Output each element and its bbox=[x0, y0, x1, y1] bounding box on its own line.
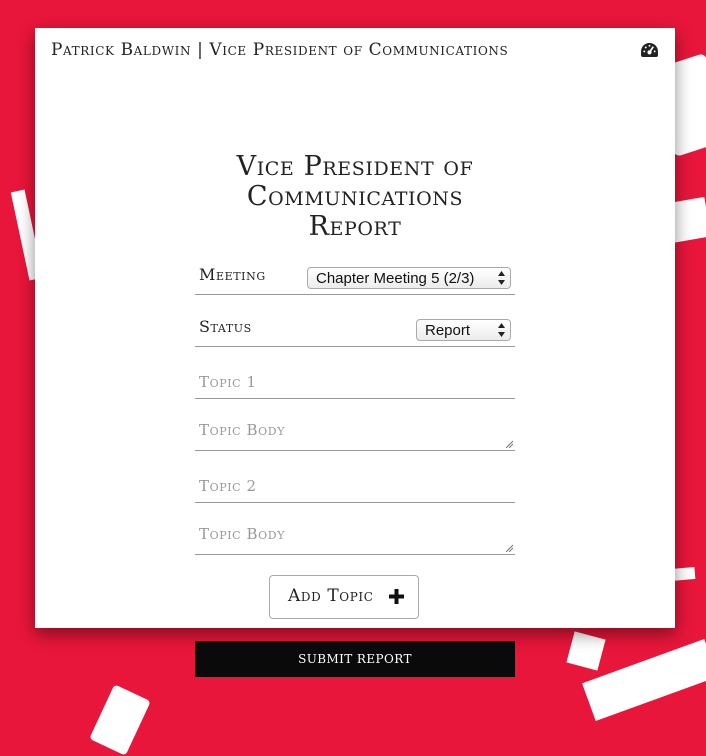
topic-1-title-input[interactable]: Topic 1 bbox=[195, 366, 515, 399]
plus-icon bbox=[389, 589, 404, 604]
report-title-line: Report bbox=[308, 211, 402, 242]
topic-1-body-placeholder: Topic Body bbox=[199, 421, 286, 439]
header-title: Patrick Baldwin | Vice President of Comm… bbox=[51, 40, 509, 60]
topic-2-title-input[interactable]: Topic 2 bbox=[195, 470, 515, 503]
topic-1-title-placeholder: Topic 1 bbox=[199, 373, 257, 391]
status-select-value: Report bbox=[425, 322, 471, 339]
meeting-label: Meeting bbox=[199, 265, 266, 284]
report-title-line: Communications bbox=[246, 181, 464, 212]
add-topic-button[interactable]: Add Topic bbox=[269, 575, 419, 619]
resize-grip-icon[interactable] bbox=[505, 544, 513, 552]
status-label: Status bbox=[199, 317, 252, 336]
topic-2-body-placeholder: Topic Body bbox=[199, 525, 286, 543]
select-arrows-icon bbox=[498, 323, 505, 337]
background-shape bbox=[566, 631, 606, 671]
report-title: Vice President of Communications Report bbox=[35, 152, 675, 242]
select-arrows-icon bbox=[498, 271, 505, 285]
submit-report-button[interactable]: SUBMIT REPORT bbox=[195, 641, 515, 677]
topic-2-body-textarea[interactable]: Topic Body bbox=[195, 518, 515, 555]
resize-grip-icon[interactable] bbox=[505, 440, 513, 448]
dashboard-gauge-icon[interactable] bbox=[640, 42, 659, 58]
background-shape bbox=[89, 684, 151, 756]
topic-1-body-textarea[interactable]: Topic Body bbox=[195, 414, 515, 451]
meeting-select-value: Chapter Meeting 5 (2/3) bbox=[316, 270, 475, 287]
status-row: Status Report bbox=[195, 312, 515, 347]
report-title-line: Vice President of bbox=[236, 151, 474, 182]
add-topic-label: Add Topic bbox=[288, 586, 374, 606]
meeting-row: Meeting Chapter Meeting 5 (2/3) bbox=[195, 260, 515, 295]
meeting-select[interactable]: Chapter Meeting 5 (2/3) bbox=[307, 267, 511, 289]
report-card: Patrick Baldwin | Vice President of Comm… bbox=[35, 28, 675, 628]
status-select[interactable]: Report bbox=[416, 319, 511, 341]
topic-2-title-placeholder: Topic 2 bbox=[199, 477, 257, 495]
